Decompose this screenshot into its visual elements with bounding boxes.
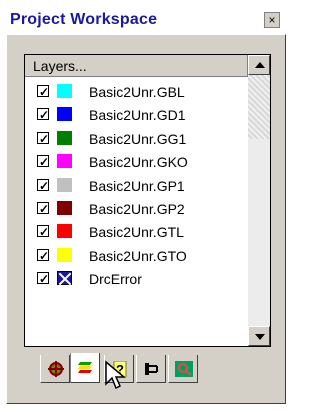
tab-layers[interactable] (70, 353, 100, 383)
layer-checkbox[interactable] (37, 222, 49, 242)
layer-row[interactable]: Basic2Unr.GBL (37, 82, 247, 102)
layer-checkbox[interactable] (37, 152, 49, 172)
layer-label: Basic2Unr.GD1 (89, 107, 186, 124)
arrow-up-icon (255, 62, 265, 68)
scroll-down-button[interactable] (248, 326, 270, 346)
layers-list[interactable]: Layers... Basic2Unr.GBL Basic2Unr.GD1 Basi… (24, 54, 271, 347)
vertical-scrollbar[interactable] (248, 55, 270, 346)
layer-row[interactable]: Basic2Unr.GD1 (37, 105, 247, 125)
tab-drc[interactable] (168, 355, 198, 383)
layer-row[interactable]: Basic2Unr.GG1 (37, 129, 247, 149)
window-title: Project Workspace (10, 11, 158, 28)
close-button[interactable]: × (264, 12, 280, 28)
layer-label: Basic2Unr.GP2 (89, 201, 185, 217)
layer-checkbox[interactable] (37, 176, 49, 196)
layer-label: Basic2Unr.GBL (89, 84, 185, 100)
layer-checkbox[interactable] (37, 105, 49, 125)
layer-checkbox[interactable] (37, 129, 49, 149)
layer-row[interactable]: Basic2Unr.GP2 (37, 199, 247, 219)
layer-color-swatch[interactable] (57, 84, 72, 98)
layer-color-swatch[interactable] (57, 177, 72, 192)
layer-checkbox[interactable] (37, 82, 49, 102)
layer-checkbox[interactable] (37, 199, 49, 219)
layer-color-swatch[interactable] (57, 154, 72, 169)
layer-color-swatch[interactable] (57, 107, 72, 122)
project-workspace-window: Project Workspace × Layers... Basic2Unr.… (0, 0, 293, 412)
layer-color-swatch[interactable] (57, 247, 72, 262)
mouse-cursor-icon (105, 360, 126, 390)
layer-row[interactable]: Basic2Unr.GTO (37, 246, 247, 266)
layer-color-swatch[interactable] (57, 130, 72, 145)
layer-label: Basic2Unr.GG1 (89, 130, 187, 147)
scroll-thumb[interactable] (248, 75, 270, 139)
arrow-down-icon (255, 334, 265, 340)
title-bar[interactable]: Project Workspace × (6, 6, 286, 34)
layer-label: Basic2Unr.GP1 (89, 177, 185, 194)
layer-row[interactable]: Basic2Unr.GP1 (37, 176, 247, 196)
drc-icon (175, 361, 193, 377)
workspace-tabs: ? (40, 353, 250, 385)
scroll-up-button[interactable] (248, 55, 270, 75)
tab-crosshair[interactable] (40, 355, 70, 383)
tab-netlist[interactable] (136, 355, 166, 383)
layer-checkbox[interactable] (37, 269, 49, 289)
layer-label: Basic2Unr.GTL (89, 224, 184, 241)
layers-icon (78, 362, 92, 373)
layer-row[interactable]: Basic2Unr.GKO (37, 152, 247, 172)
layer-row[interactable]: DrcError (37, 269, 247, 289)
layer-row[interactable]: Basic2Unr.GTL (37, 222, 247, 242)
layers-header[interactable]: Layers... (25, 55, 248, 77)
layer-color-swatch[interactable] (57, 201, 72, 215)
layer-color-swatch[interactable] (57, 224, 72, 239)
layer-checkbox[interactable] (37, 246, 49, 266)
layer-label: DrcError (89, 271, 142, 288)
crosshair-icon (47, 361, 65, 377)
layer-label: Basic2Unr.GKO (89, 154, 188, 171)
layer-label: Basic2Unr.GTO (89, 247, 187, 264)
drc-error-swatch-icon[interactable] (57, 271, 72, 286)
netlist-icon (145, 363, 158, 375)
